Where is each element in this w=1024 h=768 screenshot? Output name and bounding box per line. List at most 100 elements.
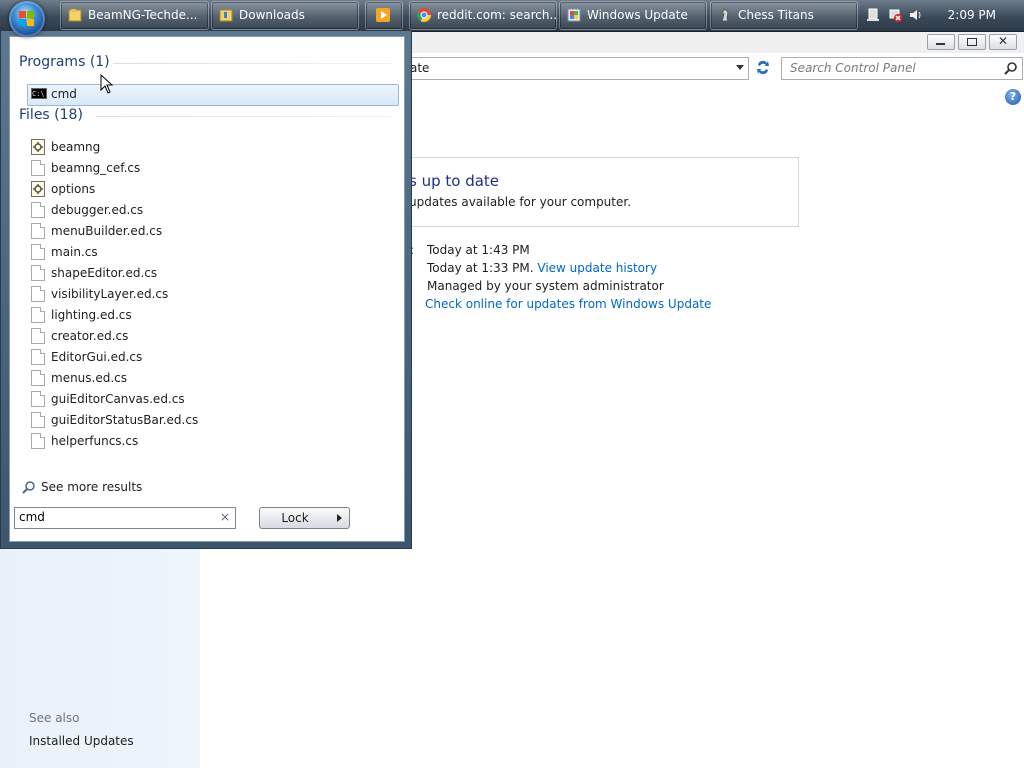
- file-result-item[interactable]: visibilityLayer.ed.cs: [29, 284, 389, 304]
- programs-section-header[interactable]: Programs (1): [19, 54, 110, 70]
- folder-icon: [68, 9, 82, 22]
- taskbar-button-reddit[interactable]: reddit.com: search...: [409, 1, 557, 30]
- chess-icon: [721, 9, 729, 22]
- action-center-icon[interactable]: [866, 8, 880, 22]
- restore-icon: [967, 38, 977, 46]
- installed-updates-link[interactable]: Installed Updates: [29, 734, 134, 748]
- taskbar-button-label: BeamNG-Techde...: [88, 8, 198, 22]
- file-icon: [31, 223, 45, 239]
- file-result-item[interactable]: debugger.ed.cs: [29, 200, 389, 220]
- search-icon[interactable]: [1004, 61, 1018, 75]
- minimize-button[interactable]: [927, 34, 955, 50]
- file-icon: [31, 286, 45, 302]
- file-result-item[interactable]: guiEditorStatusBar.ed.cs: [29, 410, 389, 430]
- check-online-link[interactable]: Check online for updates from Windows Up…: [425, 297, 711, 311]
- restore-button[interactable]: [958, 34, 986, 50]
- file-icon: [31, 307, 45, 323]
- taskbar-button-media-player[interactable]: [365, 1, 403, 30]
- result-label: main.cs: [51, 245, 98, 259]
- windows-logo-icon: [19, 11, 35, 27]
- taskbar-button-label: reddit.com: search...: [437, 8, 557, 22]
- result-label: visibilityLayer.ed.cs: [51, 287, 169, 301]
- search-results-pane: Programs (1) C:\ cmd Files (18) beamng be…: [9, 36, 405, 542]
- start-menu: Programs (1) C:\ cmd Files (18) beamng be…: [0, 30, 412, 549]
- result-label: beamng: [51, 140, 101, 154]
- shutdown-options-arrow-icon[interactable]: [329, 507, 350, 529]
- see-also-heading: See also: [29, 711, 80, 725]
- file-result-item[interactable]: shapeEditor.ed.cs: [29, 263, 389, 283]
- taskbar-button-windows-update[interactable]: Windows Update: [559, 1, 707, 30]
- result-label: EditorGui.ed.cs: [51, 350, 143, 364]
- lock-button[interactable]: Lock: [259, 507, 331, 529]
- divider: [113, 63, 393, 64]
- refresh-icon[interactable]: [752, 57, 774, 78]
- clear-search-icon[interactable]: ×: [220, 510, 230, 524]
- media-player-icon: [376, 8, 390, 22]
- divider: [96, 116, 393, 117]
- file-icon: [31, 244, 45, 260]
- file-result-item[interactable]: EditorGui.ed.cs: [29, 347, 389, 367]
- file-icon: [31, 160, 45, 176]
- taskbar-button-chess-titans[interactable]: Chess Titans: [710, 1, 858, 30]
- file-icon: [31, 265, 45, 281]
- file-icon: [31, 328, 45, 344]
- file-result-item[interactable]: guiEditorCanvas.ed.cs: [29, 389, 389, 409]
- minimize-icon: [936, 43, 945, 45]
- windows-update-icon: [567, 8, 581, 22]
- result-label: guiEditorStatusBar.ed.cs: [51, 413, 199, 427]
- cmd-icon: C:\: [31, 88, 47, 99]
- clock[interactable]: 2:09 PM: [948, 0, 996, 30]
- start-search-input[interactable]: [19, 509, 215, 525]
- search-icon: [22, 481, 35, 494]
- system-tray: 2:09 PM: [856, 0, 1024, 31]
- result-label: cmd: [51, 87, 77, 101]
- update-status-title: s up to date: [409, 172, 500, 190]
- file-icon: [31, 349, 45, 365]
- file-icon: [31, 412, 45, 428]
- taskbar-button-downloads[interactable]: Downloads: [211, 1, 359, 30]
- file-result-item[interactable]: options: [29, 179, 389, 199]
- result-label: helperfuncs.cs: [51, 434, 139, 448]
- result-label: beamng_cef.cs: [51, 161, 141, 175]
- folder-icon: [219, 9, 233, 22]
- file-result-item[interactable]: menuBuilder.ed.cs: [29, 221, 389, 241]
- chrome-icon: [417, 8, 431, 22]
- search-control-panel-input[interactable]: Search Control Panel: [781, 57, 1023, 80]
- volume-icon[interactable]: [909, 8, 923, 22]
- see-more-results-label: See more results: [41, 480, 143, 494]
- file-result-item[interactable]: beamng_cef.cs: [29, 158, 389, 178]
- result-label: creator.ed.cs: [51, 329, 129, 343]
- most-recent-check-value: Today at 1:43 PM: [427, 243, 530, 257]
- file-icon: [31, 433, 45, 449]
- config-file-icon: [31, 139, 45, 155]
- start-search-box[interactable]: ×: [14, 507, 236, 529]
- result-label: debugger.ed.cs: [51, 203, 144, 217]
- taskbar-button-beamng-folder[interactable]: BeamNG-Techde...: [60, 1, 209, 30]
- file-result-item[interactable]: menus.ed.cs: [29, 368, 389, 388]
- file-icon: [31, 370, 45, 386]
- view-update-history-link[interactable]: View update history: [537, 261, 657, 275]
- taskbar-button-label: Chess Titans: [738, 8, 814, 22]
- program-result-cmd[interactable]: C:\ cmd: [29, 84, 389, 104]
- file-result-item[interactable]: main.cs: [29, 242, 389, 262]
- file-result-item[interactable]: helperfuncs.cs: [29, 431, 389, 451]
- help-icon[interactable]: ?: [1005, 89, 1021, 105]
- result-label: menus.ed.cs: [51, 371, 128, 385]
- update-status-subtitle: updates available for your computer.: [409, 195, 632, 209]
- address-dropdown-icon[interactable]: [736, 65, 744, 70]
- result-label: lighting.ed.cs: [51, 308, 132, 322]
- address-text: ate: [410, 61, 430, 75]
- close-button[interactable]: ✕: [989, 34, 1017, 50]
- file-result-item[interactable]: creator.ed.cs: [29, 326, 389, 346]
- file-result-item[interactable]: lighting.ed.cs: [29, 305, 389, 325]
- taskbar-button-label: Downloads: [239, 8, 305, 22]
- updates-installed-text: Today at 1:33 PM.: [427, 261, 534, 275]
- update-status-panel: [400, 157, 799, 227]
- search-placeholder: Search Control Panel: [790, 61, 916, 75]
- file-result-item[interactable]: beamng: [29, 137, 389, 157]
- result-label: menuBuilder.ed.cs: [51, 224, 163, 238]
- network-disconnected-icon[interactable]: [888, 8, 902, 22]
- start-button[interactable]: [9, 1, 45, 37]
- files-section-header[interactable]: Files (18): [19, 107, 83, 123]
- address-bar[interactable]: ate: [410, 57, 749, 80]
